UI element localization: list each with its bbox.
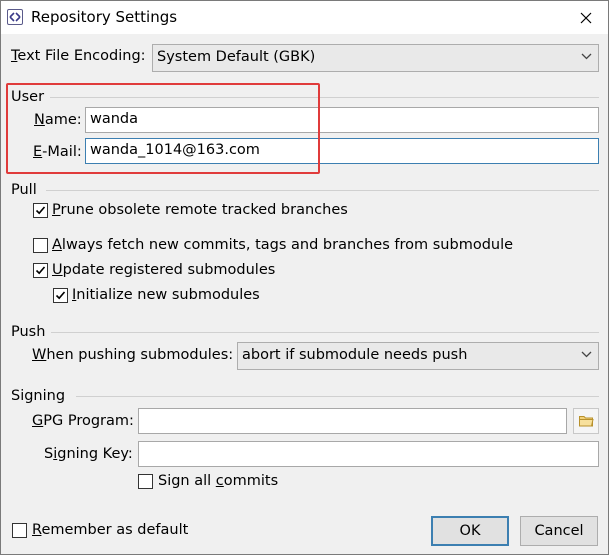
repository-settings-dialog: Repository Settings Text File Encoding: … bbox=[0, 0, 609, 555]
always-fetch-label[interactable]: Always fetch new commits, tags and branc… bbox=[52, 237, 513, 253]
signing-key-field[interactable] bbox=[138, 441, 599, 467]
encoding-label: Text File Encoding: bbox=[11, 48, 146, 64]
highlight-annotation bbox=[6, 83, 320, 174]
gpg-program-field[interactable] bbox=[138, 408, 567, 434]
encoding-value: System Default (GBK) bbox=[157, 49, 316, 65]
pull-separator bbox=[46, 190, 599, 191]
chevron-down-icon bbox=[581, 351, 592, 358]
remember-default-label[interactable]: Remember as default bbox=[32, 522, 188, 538]
ok-button[interactable]: OK bbox=[431, 516, 509, 546]
close-icon bbox=[580, 12, 592, 24]
ok-label: OK bbox=[459, 523, 481, 539]
cancel-button[interactable]: Cancel bbox=[520, 516, 598, 546]
title-bar[interactable]: Repository Settings bbox=[1, 1, 608, 34]
gpg-program-label: GPG Program: bbox=[32, 413, 134, 429]
push-submodules-label: When pushing submodules: bbox=[32, 347, 234, 363]
push-submodules-select[interactable]: abort if submodule needs push bbox=[237, 342, 599, 370]
update-submodules-label[interactable]: Update registered submodules bbox=[52, 262, 275, 278]
sign-all-commits-label[interactable]: Sign all commits bbox=[158, 473, 278, 489]
checkmark-icon bbox=[55, 291, 66, 300]
close-button[interactable] bbox=[571, 5, 601, 31]
pull-section-title: Pull bbox=[11, 182, 37, 198]
push-separator bbox=[51, 332, 599, 333]
prune-checkbox[interactable] bbox=[33, 203, 48, 218]
folder-icon bbox=[579, 416, 594, 427]
signing-section-title: Signing bbox=[11, 388, 66, 404]
push-section-title: Push bbox=[11, 324, 46, 340]
chevron-down-icon bbox=[581, 53, 592, 60]
signing-key-label: Signing Key: bbox=[44, 446, 133, 462]
initialize-submodules-checkbox[interactable] bbox=[53, 288, 68, 303]
diamond-icon bbox=[7, 9, 23, 25]
push-submodules-value: abort if submodule needs push bbox=[242, 347, 468, 363]
checkmark-icon bbox=[35, 266, 46, 275]
prune-label[interactable]: Prune obsolete remote tracked branches bbox=[52, 202, 348, 218]
window-title: Repository Settings bbox=[31, 8, 178, 26]
always-fetch-checkbox[interactable] bbox=[33, 238, 48, 253]
checkmark-icon bbox=[35, 206, 46, 215]
signing-separator bbox=[76, 396, 599, 397]
sign-all-commits-checkbox[interactable] bbox=[138, 474, 153, 489]
remember-default-checkbox[interactable] bbox=[12, 523, 27, 538]
encoding-select[interactable]: System Default (GBK) bbox=[152, 44, 599, 72]
initialize-submodules-label[interactable]: Initialize new submodules bbox=[72, 287, 260, 303]
cancel-label: Cancel bbox=[534, 523, 584, 539]
browse-gpg-button[interactable] bbox=[573, 408, 599, 434]
update-submodules-checkbox[interactable] bbox=[33, 263, 48, 278]
